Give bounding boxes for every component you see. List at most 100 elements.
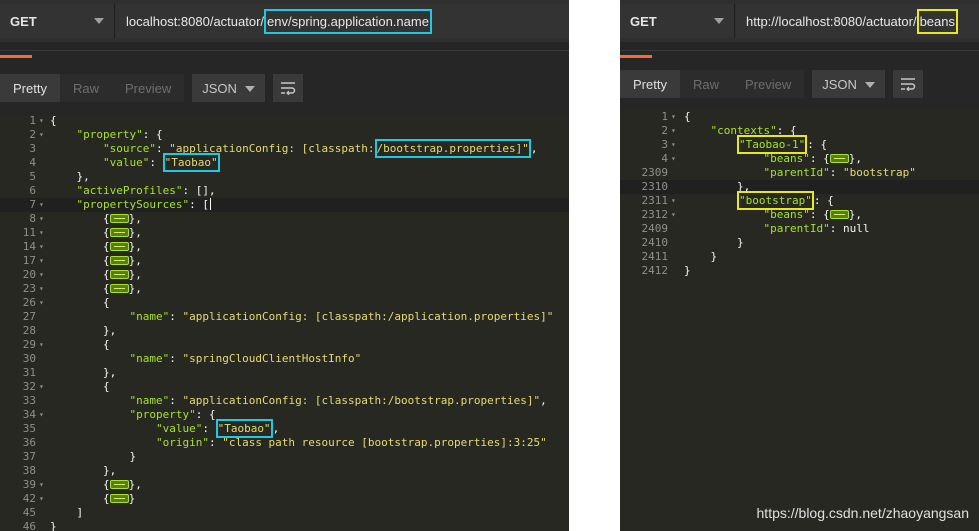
folded-widget-icon[interactable]: [109, 256, 129, 265]
fold-toggle-icon[interactable]: ▾: [39, 240, 44, 254]
fold-toggle-icon[interactable]: ▾: [39, 338, 44, 352]
wrap-lines-icon: [280, 82, 296, 95]
code-line: 2410 }: [620, 236, 979, 250]
code-line: 26 ▾ {: [0, 296, 569, 310]
wrap-lines-button[interactable]: [892, 70, 923, 98]
json-punct: },: [128, 478, 142, 491]
fold-toggle-icon[interactable]: ▾: [39, 478, 44, 492]
folded-widget-icon[interactable]: [109, 480, 129, 489]
tab-raw[interactable]: Raw: [59, 74, 112, 102]
json-punct: },: [128, 268, 142, 281]
json-key: "parentId": [763, 222, 830, 235]
fold-toggle-icon[interactable]: ▾: [39, 296, 44, 310]
line-number: 17: [22, 254, 36, 267]
fold-toggle-icon[interactable]: ▾: [671, 138, 676, 152]
fold-toggle-icon[interactable]: ▾: [39, 408, 44, 422]
format-select[interactable]: JSON: [192, 74, 265, 102]
url-input[interactable]: localhost:8080/actuator/env/spring.appli…: [116, 4, 569, 38]
code-line: 1 ▾ {: [620, 110, 979, 124]
code-text: {},: [50, 254, 142, 268]
fold-toggle-icon[interactable]: ▾: [39, 212, 44, 226]
folded-widget-icon[interactable]: [109, 270, 129, 279]
json-key: "activeProfiles": [76, 184, 183, 197]
fold-toggle-icon[interactable]: ▾: [39, 380, 44, 394]
json-punct: },: [128, 212, 142, 225]
folded-widget-icon[interactable]: [109, 228, 129, 237]
method-select[interactable]: GET: [620, 4, 735, 38]
fold-toggle-icon[interactable]: ▾: [671, 110, 676, 124]
code-line: 37 }: [0, 450, 569, 464]
json-punct: : [],: [182, 184, 216, 197]
chevron-down-icon: [864, 82, 875, 88]
folded-widget-icon[interactable]: [109, 242, 129, 251]
divider: [0, 50, 569, 51]
code-text: {: [50, 338, 110, 352]
line-number: 2310: [641, 180, 669, 193]
json-punct: : {: [142, 128, 163, 141]
json-punct: [50, 352, 129, 365]
json-punct: [50, 128, 77, 141]
code-text: {: [684, 110, 691, 124]
json-punct: [684, 138, 737, 151]
line-number: 2410: [641, 236, 669, 249]
folded-widget-icon[interactable]: [109, 214, 129, 223]
code-text: },: [50, 324, 116, 338]
code-line: 20 ▾ {},: [0, 268, 569, 282]
code-text: "name": "applicationConfig: [classpath:/…: [50, 310, 553, 324]
fold-toggle-icon[interactable]: ▾: [671, 124, 676, 138]
wrap-lines-button[interactable]: [272, 74, 303, 102]
code-line: 39 ▾ {},: [0, 478, 569, 492]
json-punct: }: [684, 236, 744, 249]
format-select[interactable]: JSON: [812, 70, 885, 98]
folded-widget-icon[interactable]: [829, 210, 849, 219]
fold-toggle-icon[interactable]: ▾: [671, 152, 676, 166]
tab-pretty[interactable]: Pretty: [620, 70, 680, 98]
folded-widget-icon[interactable]: [109, 494, 129, 503]
json-punct: [50, 198, 77, 211]
json-punct: : {: [809, 208, 830, 221]
tab-preview[interactable]: Preview: [111, 74, 185, 102]
line-number: 28: [22, 324, 36, 337]
json-punct: [50, 408, 129, 421]
json-punct: },: [128, 282, 142, 295]
tab-preview[interactable]: Preview: [731, 70, 805, 98]
left-response-panel: GET localhost:8080/actuator/env/spring.a…: [0, 0, 569, 531]
line-number: 27: [22, 310, 36, 323]
method-label: GET: [10, 13, 37, 29]
tab-pretty[interactable]: Pretty: [0, 74, 60, 102]
line-number: 42: [22, 492, 36, 505]
fold-toggle-icon[interactable]: ▾: [39, 128, 44, 142]
folded-widget-icon[interactable]: [829, 154, 849, 163]
fold-toggle-icon[interactable]: ▾: [671, 194, 676, 208]
tab-raw[interactable]: Raw: [679, 70, 732, 98]
line-number: 2: [661, 124, 668, 137]
fold-toggle-icon[interactable]: ▾: [39, 198, 44, 212]
code-viewer[interactable]: 1 ▾{2 ▾ "contexts": {3 ▾ "Taobao-1": {4 ▾ "b…: [620, 110, 979, 531]
code-text: {: [50, 296, 110, 310]
folded-widget-icon[interactable]: [109, 284, 129, 293]
fold-toggle-icon[interactable]: ▾: [39, 114, 44, 128]
fold-toggle-icon[interactable]: ▾: [39, 226, 44, 240]
code-text: "origin": "class path resource [bootstra…: [50, 436, 547, 450]
json-punct: :: [829, 166, 843, 179]
code-viewer[interactable]: 1 ▾{2 ▾ "property": {3 "source": "applicat…: [0, 114, 569, 531]
json-punct: {: [50, 338, 110, 351]
code-text: "value": "Taobao",: [50, 419, 279, 438]
fold-toggle-icon[interactable]: ▾: [39, 492, 44, 506]
json-key: "name": [129, 394, 170, 407]
url-prefix: localhost:8080/actuator/: [126, 13, 265, 29]
method-select[interactable]: GET: [0, 4, 115, 38]
fold-toggle-icon[interactable]: ▾: [39, 254, 44, 268]
line-number: 3: [29, 142, 36, 155]
json-punct: [50, 310, 129, 323]
line-number: 1: [29, 114, 36, 127]
json-punct: [684, 124, 711, 137]
code-line: 23 ▾ {},: [0, 282, 569, 296]
request-bar: GET localhost:8080/actuator/env/spring.a…: [0, 0, 569, 42]
fold-toggle-icon[interactable]: ▾: [671, 208, 676, 222]
code-text: "bootstrap": {: [684, 191, 834, 210]
line-number: 38: [22, 464, 36, 477]
fold-toggle-icon[interactable]: ▾: [39, 268, 44, 282]
url-input[interactable]: http://localhost:8080/actuator/beans: [736, 4, 979, 38]
fold-toggle-icon[interactable]: ▾: [39, 282, 44, 296]
